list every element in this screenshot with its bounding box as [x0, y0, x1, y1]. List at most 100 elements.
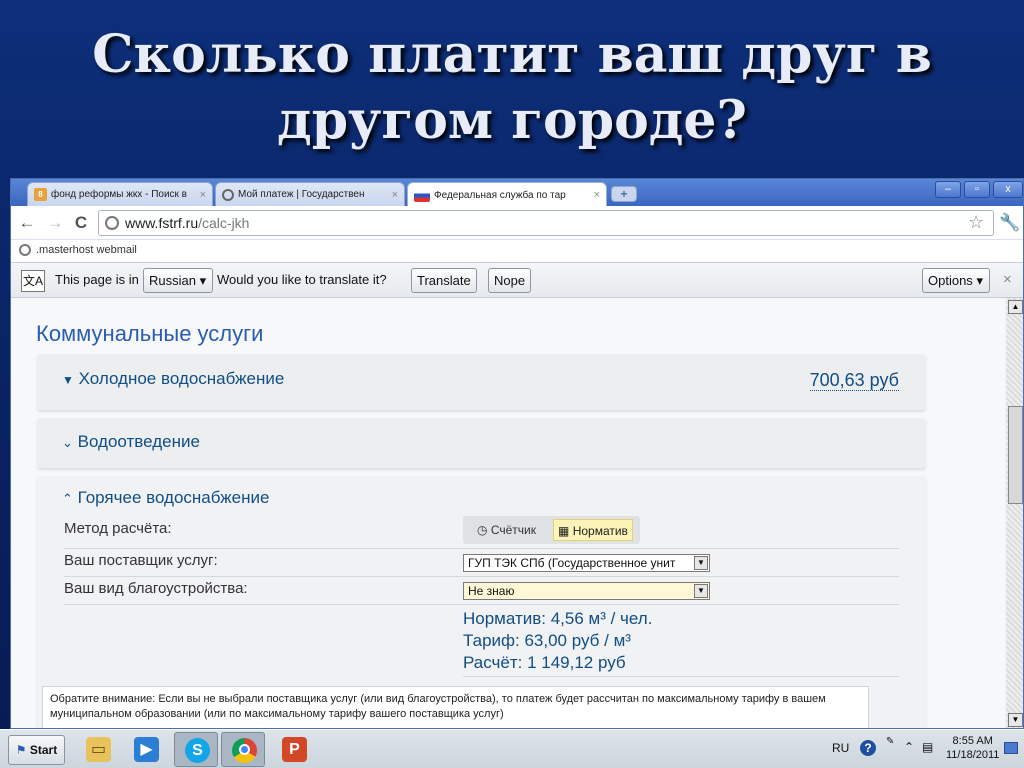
accordion-title: Горячее водоснабжение — [77, 488, 270, 507]
bookmark-star-icon[interactable]: ☆ — [968, 212, 984, 233]
accordion-header[interactable]: ⌃ Горячее водоснабжение — [62, 488, 269, 508]
bookmark-label: .masterhost webmail — [36, 244, 137, 256]
show-desktop-icon[interactable] — [1004, 742, 1018, 754]
close-icon[interactable]: × — [200, 189, 206, 201]
taskbar-skype[interactable]: S — [174, 732, 218, 767]
norm-result: Норматив: 4,56 м³ / чел. — [463, 609, 653, 628]
accordion-title: Водоотведение — [77, 432, 200, 451]
maximize-button[interactable]: ▫ — [964, 181, 990, 198]
google-icon: 8 — [34, 188, 47, 201]
globe-icon — [222, 188, 234, 201]
scroll-thumb[interactable] — [1008, 406, 1023, 504]
navigation-toolbar: ← → C www.fstrf.ru/calc-jkh ☆ 🔧 — [11, 206, 1023, 240]
chevron-down-icon: ▾ — [976, 273, 983, 288]
language-indicator[interactable]: RU — [832, 741, 849, 755]
skype-icon: S — [185, 738, 210, 763]
tab-google-search[interactable]: 8 фонд реформы жкх - Поиск в × — [27, 182, 213, 206]
section-title: Коммунальные услуги — [36, 321, 264, 346]
powerpoint-icon: P — [282, 737, 307, 762]
globe-icon — [19, 244, 31, 257]
browser-window: 8 фонд реформы жкх - Поиск в × Мой плате… — [10, 178, 1024, 729]
improvement-select[interactable]: Не знаю ▼ — [463, 582, 710, 600]
start-button[interactable]: ⚑ Start — [8, 735, 65, 765]
options-button[interactable]: Options ▾ — [922, 268, 990, 293]
fst-icon — [414, 188, 430, 202]
clock-icon: ◷ — [477, 523, 488, 537]
accordion-cold-water[interactable]: ▼ Холодное водоснабжение 700,63 руб — [37, 354, 926, 410]
divider — [463, 676, 899, 677]
chevron-up-icon: ⌃ — [62, 491, 73, 506]
language-value: Russian — [149, 273, 196, 288]
page-content: Коммунальные услуги ▼ Холодное водоснабж… — [11, 298, 1004, 728]
bookmarks-bar: .masterhost webmail — [11, 240, 1023, 262]
chevron-up-icon[interactable]: ⌃ — [904, 740, 914, 754]
chevron-down-icon: ▾ — [199, 273, 207, 288]
accordion-header: ▼ Холодное водоснабжение — [62, 369, 284, 389]
scroll-down-icon[interactable]: ▼ — [1008, 713, 1023, 727]
translate-button[interactable]: Translate — [411, 268, 477, 293]
tab-my-payment[interactable]: Мой платеж | Государствен × — [215, 182, 405, 206]
norm-label: Норматив — [572, 524, 628, 538]
taskbar: ⚑ Start ▭ ▶ S P RU ? ✎ ⌃ ▤ 8:55 AM 11/18… — [0, 729, 1024, 768]
nope-button[interactable]: Nope — [488, 268, 532, 293]
chrome-icon — [232, 738, 257, 763]
folder-icon: ▭ — [86, 737, 111, 762]
tab-label: Мой платеж | Государствен — [238, 189, 365, 200]
address-host: www.fstrf.ru — [125, 215, 199, 231]
accordion-title: Холодное водоснабжение — [78, 369, 285, 388]
translate-question: Would you like to translate it? — [217, 272, 387, 287]
norm-option[interactable]: ▦ Норматив — [553, 519, 633, 541]
wrench-icon[interactable]: 🔧 — [999, 213, 1020, 233]
improvement-value: Не знаю — [468, 584, 515, 598]
translate-prefix: This page is in — [55, 272, 139, 287]
meter-option[interactable]: ◷ Счётчик — [473, 519, 540, 541]
close-icon[interactable]: × — [1003, 263, 1012, 297]
back-arrow-icon[interactable]: ← — [17, 214, 37, 232]
accordion-drainage[interactable]: ⌄ Водоотведение — [37, 418, 926, 468]
divider — [64, 604, 899, 605]
close-icon[interactable]: × — [392, 189, 398, 201]
close-window-button[interactable]: x — [993, 181, 1023, 198]
taskbar-chrome[interactable] — [221, 732, 265, 767]
network-icon[interactable]: ▤ — [922, 740, 933, 754]
options-label: Options — [928, 273, 973, 288]
cold-water-amount[interactable]: 700,63 руб — [809, 370, 899, 391]
reload-icon[interactable]: C — [71, 214, 91, 232]
bookmark-item[interactable]: .masterhost webmail — [19, 244, 137, 257]
language-select[interactable]: Russian ▾ — [143, 268, 213, 293]
divider — [64, 548, 899, 549]
help-icon[interactable]: ? — [860, 740, 876, 756]
globe-icon — [105, 216, 119, 230]
close-icon[interactable]: × — [594, 189, 600, 201]
tab-strip: 8 фонд реформы жкх - Поиск в × Мой плате… — [11, 179, 1023, 207]
new-tab-button[interactable]: + — [611, 186, 637, 202]
clock[interactable]: 8:55 AM 11/18/2011 — [946, 734, 999, 762]
taskbar-media-player[interactable]: ▶ — [124, 732, 168, 767]
dropdown-arrow-icon: ▼ — [694, 556, 708, 570]
accordion-header: ⌄ Водоотведение — [62, 432, 200, 452]
input-options-icon[interactable]: ✎ — [886, 736, 894, 747]
provider-value: ГУП ТЭК СПб (Государственное унит — [468, 556, 676, 570]
chevron-down-icon: ⌄ — [62, 435, 73, 450]
caret-down-icon: ▼ — [62, 373, 74, 387]
taskbar-explorer[interactable]: ▭ — [76, 732, 120, 767]
vertical-scrollbar[interactable]: ▲ ▼ — [1006, 298, 1023, 728]
windows-logo-icon: ⚑ — [15, 743, 27, 757]
slide-title: Сколько платит ваш друг в другом городе? — [92, 24, 932, 151]
clock-date: 11/18/2011 — [946, 749, 1000, 761]
grid-icon: ▦ — [558, 524, 570, 538]
address-bar[interactable]: www.fstrf.ru/calc-jkh — [98, 210, 994, 236]
scroll-up-icon[interactable]: ▲ — [1008, 300, 1023, 314]
provider-select[interactable]: ГУП ТЭК СПб (Государственное унит ▼ — [463, 554, 710, 572]
improvement-label: Ваш вид благоустройства: — [64, 580, 248, 597]
taskbar-powerpoint[interactable]: P — [272, 732, 316, 767]
media-player-icon: ▶ — [134, 737, 159, 762]
tariff-result: Тариф: 63,00 руб / м³ — [463, 631, 631, 650]
tab-fst[interactable]: Федеральная служба по тар × — [407, 182, 607, 207]
forward-arrow-icon[interactable]: → — [45, 214, 65, 232]
clock-time: 8:55 AM — [952, 735, 993, 747]
divider — [64, 576, 899, 577]
dropdown-arrow-icon: ▼ — [694, 584, 708, 598]
minimize-button[interactable]: – — [935, 181, 961, 198]
provider-label: Ваш поставщик услуг: — [64, 552, 218, 569]
